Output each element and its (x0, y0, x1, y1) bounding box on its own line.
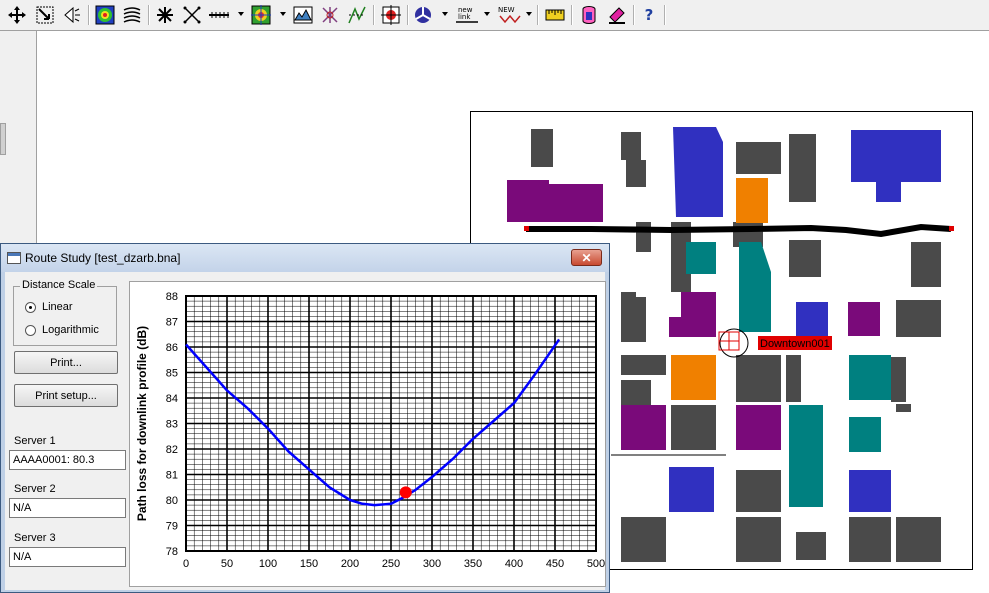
x-tick-label: 200 (341, 558, 359, 570)
database-icon[interactable] (578, 4, 600, 26)
server-3-field[interactable]: N/A (9, 547, 126, 567)
new-site-icon[interactable]: NEW (496, 4, 522, 26)
path-loss-chart: 0 50 100 150 200 250 300 350 400 450 500 78 79 80 81 82… (129, 281, 606, 587)
contour-icon[interactable] (121, 4, 143, 26)
signal-icon[interactable] (250, 4, 272, 26)
help-icon[interactable]: ? (638, 4, 660, 26)
network-icon[interactable] (412, 4, 434, 26)
main-toolbar: new link NEW ? (0, 0, 989, 31)
svg-text:NEW: NEW (498, 6, 515, 14)
radio-linear[interactable]: Linear (25, 301, 73, 313)
y-tick-label: 79 (166, 521, 178, 533)
y-tick-label: 86 (166, 342, 178, 354)
y-tick-label: 78 (166, 546, 178, 558)
y-axis-label: Path loss for downlink profile (dB) (135, 326, 149, 521)
y-tick-label: 87 (166, 317, 178, 329)
x-tick-label: 250 (382, 558, 400, 570)
x-tick-label: 400 (505, 558, 523, 570)
x-tick-label: 50 (221, 558, 233, 570)
paint-icon[interactable] (606, 4, 628, 26)
x-tick-label: 150 (300, 558, 318, 570)
radio-logarithmic[interactable]: Logarithmic (25, 324, 99, 336)
y-tick-label: 81 (166, 470, 178, 482)
interference-icon[interactable] (319, 4, 341, 26)
window-icon (7, 252, 21, 264)
current-position-marker (399, 486, 412, 499)
server-1-label: Server 1 (14, 435, 56, 447)
route-end (949, 226, 954, 231)
site-marker[interactable] (718, 328, 749, 358)
server-2-label: Server 2 (14, 483, 56, 495)
x-tick-label: 100 (259, 558, 277, 570)
ruler-icon[interactable] (544, 4, 566, 26)
y-tick-label: 80 (166, 495, 178, 507)
close-button[interactable]: ✕ (571, 249, 602, 266)
terrain-icon[interactable] (292, 4, 314, 26)
new-link-icon[interactable]: new link (454, 4, 480, 26)
radio-linear-label: Linear (42, 301, 73, 313)
path-icon[interactable] (208, 4, 230, 26)
y-tick-label: 82 (166, 444, 178, 456)
server-2-field[interactable]: N/A (9, 498, 126, 518)
y-tick-label: 85 (166, 368, 178, 380)
move-icon[interactable] (6, 4, 28, 26)
route-start (524, 226, 529, 231)
radio-linear-indicator[interactable] (25, 301, 36, 313)
site-label: Downtown001 (760, 338, 830, 350)
x-tick-label: 0 (183, 558, 189, 570)
sites-icon[interactable] (154, 4, 176, 26)
x-tick-label: 300 (423, 558, 441, 570)
print-setup-button[interactable]: Print setup... (14, 384, 118, 407)
zoom-window-icon[interactable] (34, 4, 56, 26)
window-title: Route Study [test_dzarb.bna] (25, 251, 181, 265)
target-icon[interactable] (380, 4, 402, 26)
print-button[interactable]: Print... (14, 351, 118, 374)
window-client: Distance Scale Linear Logarithmic Print.… (5, 272, 606, 590)
route-icon[interactable] (346, 4, 368, 26)
x-tick-label: 500 (587, 558, 605, 570)
server-1-field[interactable]: AAAA0001: 80.3 (9, 450, 126, 470)
x-tick-label: 450 (546, 558, 564, 570)
chart-svg: 0 50 100 150 200 250 300 350 400 450 500 78 79 80 81 82… (135, 291, 605, 570)
x-tick-label: 350 (464, 558, 482, 570)
links-icon[interactable] (181, 4, 203, 26)
coverage-map-icon[interactable] (94, 4, 116, 26)
window-titlebar[interactable]: Route Study [test_dzarb.bna] ✕ (1, 244, 609, 272)
zoom-out-icon[interactable] (60, 4, 82, 26)
y-tick-label: 84 (166, 393, 178, 405)
server-3-label: Server 3 (14, 532, 56, 544)
distance-scale-label: Distance Scale (20, 279, 98, 291)
route-study-window: Route Study [test_dzarb.bna] ✕ Distance … (0, 243, 610, 593)
radio-logarithmic-indicator[interactable] (25, 324, 36, 336)
path-loss-line (185, 338, 561, 507)
dock-handle[interactable] (0, 123, 6, 155)
distance-scale-group: Distance Scale (13, 279, 117, 346)
svg-text:link: link (458, 13, 471, 21)
y-tick-label: 88 (166, 291, 178, 303)
y-tick-label: 83 (166, 419, 178, 431)
radio-logarithmic-label: Logarithmic (42, 324, 99, 336)
